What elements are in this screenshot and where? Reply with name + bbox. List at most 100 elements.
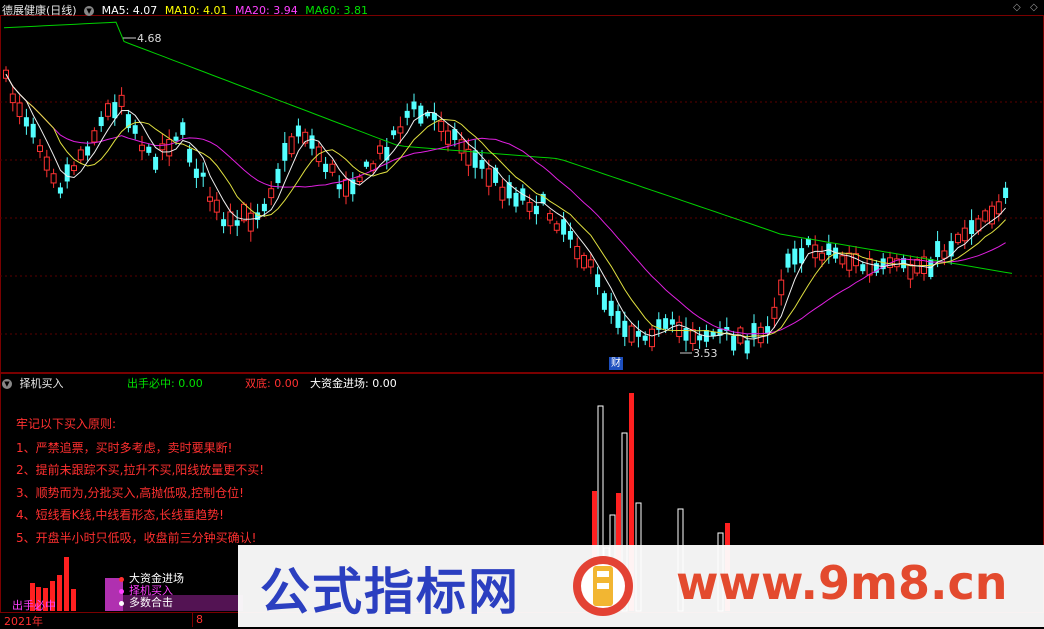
candle-body: [669, 319, 675, 325]
ma5-value: MA5: 4.07: [101, 4, 158, 17]
candle-body: [595, 274, 601, 288]
candle-body: [826, 243, 832, 256]
candle-body: [30, 123, 36, 138]
candle-body: [608, 300, 614, 316]
candle-body: [221, 219, 227, 227]
watermark-logo-icon: [573, 556, 633, 616]
candle-body: [526, 202, 533, 212]
candle-body: [43, 156, 50, 171]
candle-body: [982, 210, 989, 222]
candle-body: [180, 122, 186, 135]
candle-body: [268, 188, 275, 199]
ma20-value: MA20: 3.94: [235, 4, 298, 17]
candle-body: [166, 139, 173, 157]
indicator-bar: [64, 557, 69, 611]
candle-body: [778, 279, 785, 296]
watermark-url: www.9m8.cn: [676, 556, 1008, 610]
candle-body: [295, 125, 301, 137]
candle-body: [499, 186, 506, 201]
candle-body: [445, 130, 451, 145]
candle-body: [628, 325, 635, 343]
candle-body: [642, 335, 648, 341]
candle-body: [955, 233, 961, 244]
candle-body: [975, 218, 982, 232]
candle-body: [479, 160, 485, 169]
candle-body: [227, 211, 234, 227]
candle-body: [792, 248, 798, 265]
candle-body: [16, 102, 23, 118]
candle-body: [581, 254, 587, 269]
candle-body: [731, 335, 737, 351]
candle-body: [261, 203, 267, 212]
candle-body: [391, 130, 397, 136]
candle-body: [112, 102, 118, 119]
candle-body: [282, 142, 288, 161]
legend-item-combined: 多数合击: [119, 594, 173, 610]
finance-event-marker[interactable]: 财: [609, 357, 623, 370]
candle-body: [493, 167, 499, 183]
candle-body: [567, 231, 573, 240]
stock-title[interactable]: 德展健康(日线): [2, 4, 77, 17]
candle-body: [622, 320, 628, 337]
candle-body: [377, 145, 383, 154]
candle-body: [234, 220, 240, 226]
candle-body: [649, 328, 655, 348]
indicator-bar: [57, 575, 62, 611]
candle-body: [995, 201, 1002, 215]
candle-body: [356, 176, 363, 182]
candle-body: [118, 94, 125, 107]
candle-body: [105, 103, 111, 117]
candle-body: [866, 258, 873, 276]
ma20-line: [5, 73, 1006, 335]
candle-body: [200, 172, 206, 177]
candle-body: [860, 264, 866, 272]
candle-body: [438, 120, 445, 132]
candle-body: [819, 252, 825, 261]
axis-month-label: 8: [196, 613, 203, 626]
candle-body: [744, 340, 750, 354]
candle-body: [187, 148, 193, 163]
candle-body: [513, 192, 519, 207]
indicator-bar: [71, 589, 76, 611]
low-price-label: 3.53: [693, 347, 718, 360]
candle-body: [533, 205, 539, 215]
candle-body: [23, 117, 29, 127]
dot-icon: [119, 600, 124, 606]
candle-body: [363, 161, 369, 167]
candle-body: [757, 326, 764, 344]
candle-body: [472, 150, 478, 168]
candle-body: [71, 165, 77, 172]
candle-body: [839, 255, 846, 265]
ma10-line: [5, 73, 1006, 338]
candle-body: [37, 145, 43, 152]
candle-body: [9, 93, 16, 104]
candle-body: [547, 213, 553, 221]
candle-body: [77, 149, 84, 161]
candle-body: [907, 263, 914, 280]
candle-body: [85, 146, 91, 156]
candle-body: [941, 250, 948, 259]
legend-label: 多数合击: [129, 596, 173, 609]
candle-body: [485, 168, 492, 187]
expand-icon[interactable]: ◇: [1030, 2, 1038, 13]
ma10-value: MA10: 4.01: [164, 4, 228, 17]
dot-icon: [119, 588, 124, 594]
candle-body: [241, 203, 247, 222]
diamond-icon[interactable]: ◇: [1013, 2, 1021, 13]
candle-body: [139, 144, 145, 152]
price-chart[interactable]: 4.68 3.53: [0, 0, 1044, 372]
candle-body: [91, 130, 98, 143]
candle-body: [336, 184, 342, 190]
candle-body: [98, 116, 104, 127]
candle-body: [601, 293, 607, 310]
candle-body: [309, 135, 315, 149]
candlesticks: [3, 66, 1009, 360]
triangle-down-icon[interactable]: ▼: [84, 6, 95, 16]
watermark-title: 公式指标网: [260, 563, 520, 621]
candle-body: [288, 136, 295, 155]
candle-body: [948, 241, 954, 257]
candle-body: [697, 335, 703, 341]
candle-body: [574, 245, 581, 260]
candle-body: [275, 168, 281, 184]
candle-body: [173, 136, 179, 141]
